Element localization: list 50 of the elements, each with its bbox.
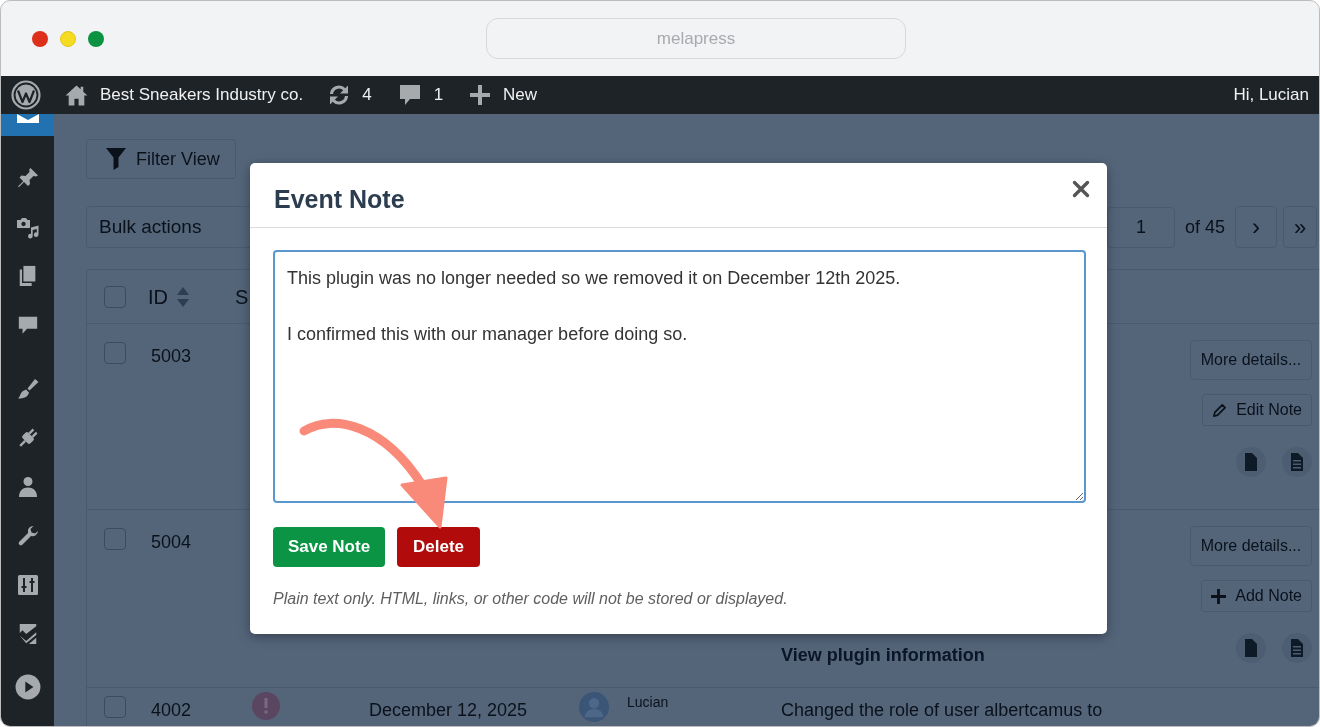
document-lines-icon[interactable]: [1282, 447, 1312, 477]
event-message: Changed the role of user albertcamus to: [781, 700, 1103, 720]
last-page-button[interactable]: »: [1283, 206, 1317, 248]
more-details-button[interactable]: More details...: [1190, 526, 1312, 566]
column-header[interactable]: S: [235, 285, 249, 308]
updates-link[interactable]: 4: [327, 76, 372, 114]
document-icon[interactable]: [1236, 447, 1266, 477]
window-close-icon[interactable]: [32, 30, 48, 47]
alert-icon: [252, 692, 280, 720]
document-lines-icon[interactable]: [1282, 633, 1312, 663]
save-note-button[interactable]: Save Note: [273, 527, 385, 567]
play-icon: [14, 673, 41, 700]
speech-bubble-icon: [398, 83, 421, 107]
help-text: Plain text only. HTML, links, or other code will not be stored or displayed.: [273, 589, 789, 609]
checkbox[interactable]: [104, 342, 126, 364]
user-name[interactable]: Lucian: [627, 692, 669, 713]
site-name-link[interactable]: Best Sneakers Industry co.: [64, 76, 304, 114]
plugin-info-link[interactable]: View plugin information: [781, 645, 985, 665]
checkbox[interactable]: [104, 285, 126, 308]
filter-view-button[interactable]: Filter View: [86, 139, 236, 179]
plus-icon: [470, 85, 491, 105]
plus-icon: [1211, 588, 1227, 604]
sliders-icon: [15, 572, 40, 597]
address-bar[interactable]: melapress: [486, 18, 906, 59]
avatar-icon: [579, 692, 609, 722]
checkbox[interactable]: [104, 696, 126, 718]
id-text: 5004: [151, 532, 192, 552]
new-link[interactable]: New: [470, 76, 538, 114]
funnel-icon: [106, 147, 126, 171]
next-page-button[interactable]: ›: [1235, 206, 1277, 248]
page-count: of 45: [1184, 215, 1225, 239]
id-text: 5003: [151, 346, 192, 366]
column-header[interactable]: ID: [148, 281, 168, 312]
logo-icon[interactable]: [11, 80, 41, 110]
account-link[interactable]: Hi, Lucian: [1233, 82, 1309, 108]
more-details-button[interactable]: More details...: [1190, 340, 1312, 380]
checkbox[interactable]: [104, 528, 126, 550]
note-button[interactable]: Edit Note: [1202, 394, 1312, 426]
menu-item[interactable]: [1, 114, 54, 136]
pencil-icon: [1212, 402, 1228, 418]
delete-button[interactable]: Delete: [397, 527, 480, 567]
close-icon[interactable]: [1072, 180, 1090, 198]
id-text: 4002: [151, 700, 192, 720]
note-textarea[interactable]: This plugin was no longer needed so we removed it on December 12th 2025. I confirmed this with our manager before doing so.: [273, 250, 1086, 503]
note-button[interactable]: Add Note: [1201, 580, 1312, 612]
comments-link[interactable]: 1: [398, 76, 444, 114]
document-icon[interactable]: [1236, 633, 1266, 663]
date-text: December 12, 2025: [369, 700, 528, 720]
pushpin-icon: [15, 165, 40, 190]
window-zoom-icon[interactable]: [88, 30, 104, 47]
